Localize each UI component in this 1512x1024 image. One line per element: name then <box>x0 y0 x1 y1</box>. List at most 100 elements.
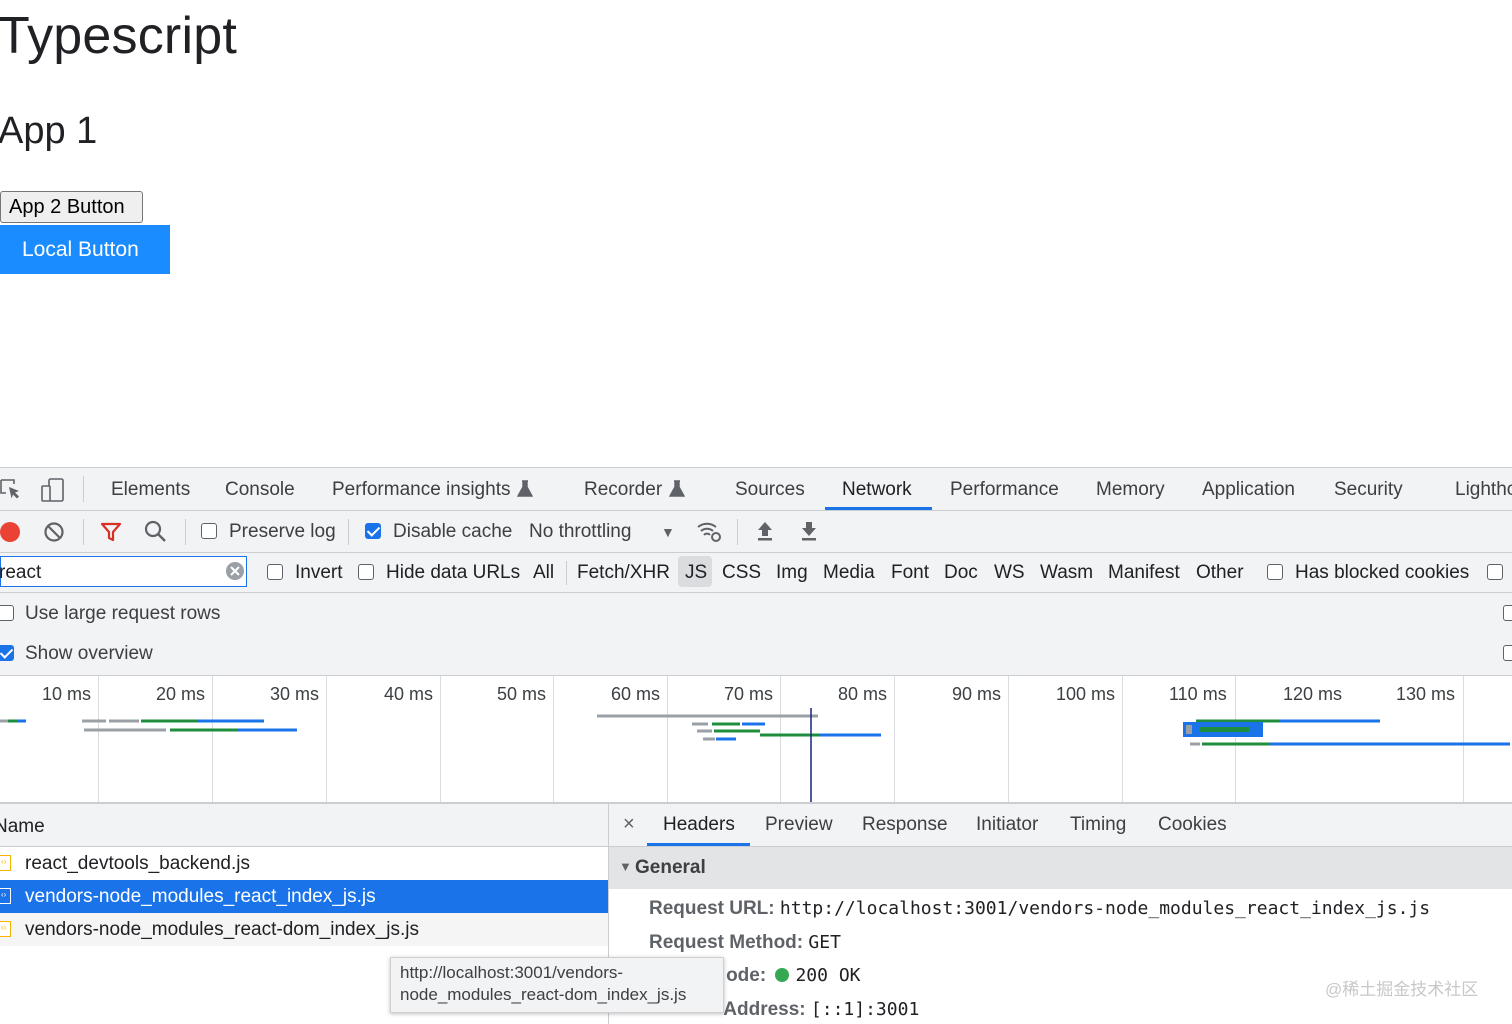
filter-input-box[interactable]: react <box>0 556 247 587</box>
filter-type-doc[interactable]: Doc <box>944 562 978 584</box>
show-overview-checkbox[interactable] <box>0 645 14 661</box>
clear-icon[interactable] <box>43 521 65 549</box>
remote-address-label: Address: <box>723 999 806 1020</box>
js-file-icon <box>0 888 11 904</box>
request-list-header: Name <box>0 804 608 847</box>
tab-lighthouse[interactable]: Lighthc <box>1455 479 1512 501</box>
js-file-icon <box>0 921 11 937</box>
devtools-tabbar: Elements Console Performance insights Re… <box>0 468 1512 511</box>
filter-type-media[interactable]: Media <box>823 562 875 584</box>
request-url-label: Request URL: <box>649 898 775 919</box>
tab-network[interactable]: Network <box>842 479 912 501</box>
show-overview-label: Show overview <box>25 643 153 664</box>
filter-type-css[interactable]: CSS <box>722 562 761 584</box>
import-har-icon[interactable] <box>755 520 775 548</box>
search-icon[interactable] <box>144 520 168 550</box>
url-tooltip: http://localhost:3001/vendors- node_modu… <box>390 957 724 1013</box>
divider <box>83 476 84 502</box>
tab-console[interactable]: Console <box>225 479 295 501</box>
filter-type-wasm[interactable]: Wasm <box>1040 562 1093 584</box>
name-column-header[interactable]: Name <box>0 816 45 838</box>
filter-type-ws[interactable]: WS <box>994 562 1025 584</box>
tab-recorder[interactable]: Recorder <box>584 479 662 501</box>
filter-type-manifest[interactable]: Manifest <box>1108 562 1180 584</box>
blocked-requests-checkbox[interactable] <box>1487 564 1503 580</box>
tab-security[interactable]: Security <box>1334 479 1403 501</box>
disable-cache-label: Disable cache <box>393 521 513 542</box>
active-tab-indicator <box>825 507 932 510</box>
throttling-select[interactable]: No throttling <box>529 521 631 543</box>
filter-type-font[interactable]: Font <box>891 562 929 584</box>
tooltip-line: http://localhost:3001/vendors- <box>400 963 624 982</box>
general-label: General <box>635 857 706 878</box>
tab-performance-insights[interactable]: Performance insights <box>332 479 510 501</box>
filter-bar: react Invert Hide data URLs All Fetch/XH… <box>0 553 1512 593</box>
status-code-label: ode: <box>726 965 767 986</box>
preserve-log-checkbox[interactable] <box>201 523 217 539</box>
hide-data-urls-label: Hide data URLs <box>386 562 521 583</box>
local-button[interactable]: Local Button <box>0 225 170 274</box>
tab-elements[interactable]: Elements <box>111 479 190 501</box>
watermark: @稀土掘金技术社区 <box>1325 980 1479 999</box>
tab-preview[interactable]: Preview <box>765 814 833 836</box>
network-settings: Use large request rows Show overview <box>0 593 1512 676</box>
request-name: vendors-node_modules_react-dom_index_js.… <box>25 919 419 940</box>
app2-button[interactable]: App 2 Button <box>0 191 143 223</box>
tab-headers[interactable]: Headers <box>663 814 735 836</box>
filter-type-js[interactable]: JS <box>685 562 707 584</box>
tab-cookies[interactable]: Cookies <box>1158 814 1227 836</box>
request-name: react_devtools_backend.js <box>25 853 250 874</box>
filter-type-fetch-xhr[interactable]: Fetch/XHR <box>577 562 670 584</box>
filter-type-all[interactable]: All <box>533 562 554 584</box>
filter-icon[interactable] <box>100 521 122 549</box>
device-toolbar-icon[interactable] <box>40 477 66 509</box>
divider <box>185 519 186 545</box>
has-blocked-cookies-checkbox[interactable] <box>1267 564 1283 580</box>
invert-label: Invert <box>295 562 343 583</box>
flask-icon <box>668 480 686 504</box>
app-heading: App 1 <box>0 110 98 152</box>
group-by-frame-checkbox[interactable] <box>1503 605 1512 621</box>
divider <box>737 519 738 545</box>
table-row[interactable]: vendors-node_modules_react_index_js.js <box>0 880 608 913</box>
hide-data-urls-checkbox[interactable] <box>358 564 374 580</box>
general-section-header[interactable]: ▼ General <box>609 847 1512 889</box>
large-rows-label: Use large request rows <box>25 603 221 624</box>
request-method-label: Request Method: <box>649 932 804 953</box>
request-url-value: http://localhost:3001/vendors-node_modul… <box>779 898 1431 919</box>
network-conditions-icon[interactable] <box>696 519 722 549</box>
large-rows-checkbox[interactable] <box>0 605 14 621</box>
tab-sources[interactable]: Sources <box>735 479 805 501</box>
status-code-value: 200 OK <box>795 965 861 986</box>
chevron-down-icon[interactable]: ▼ <box>661 524 675 540</box>
tab-performance[interactable]: Performance <box>950 479 1059 501</box>
remote-address-value: [::1]:3001 <box>810 999 920 1020</box>
export-har-icon[interactable] <box>799 520 819 548</box>
flask-icon <box>516 480 534 504</box>
page-title: Typescript <box>0 7 237 65</box>
invert-checkbox[interactable] <box>267 564 283 580</box>
table-row[interactable]: vendors-node_modules_react-dom_index_js.… <box>0 913 608 946</box>
tab-initiator[interactable]: Initiator <box>976 814 1038 836</box>
filter-type-other[interactable]: Other <box>1196 562 1244 584</box>
tab-timing[interactable]: Timing <box>1070 814 1126 836</box>
capture-screenshots-checkbox[interactable] <box>1503 645 1512 661</box>
tab-memory[interactable]: Memory <box>1096 479 1165 501</box>
clear-filter-icon[interactable] <box>225 561 245 587</box>
record-icon[interactable] <box>0 521 22 549</box>
details-tabbar: × Headers Preview Response Initiator Tim… <box>609 804 1512 847</box>
filter-type-img[interactable]: Img <box>776 562 808 584</box>
table-row[interactable]: react_devtools_backend.js <box>0 847 608 880</box>
tab-application[interactable]: Application <box>1202 479 1295 501</box>
disable-cache-checkbox[interactable] <box>365 523 381 539</box>
inspect-element-icon[interactable] <box>0 479 22 507</box>
request-method-row: Request Method: GET <box>649 932 841 954</box>
close-icon[interactable]: × <box>623 813 635 836</box>
divider <box>83 519 84 545</box>
tooltip-line: node_modules_react-dom_index_js.js <box>400 985 687 1004</box>
preserve-log-label: Preserve log <box>229 521 336 542</box>
tab-response[interactable]: Response <box>862 814 948 836</box>
network-toolbar: Preserve log Disable cache No throttling… <box>0 511 1512 553</box>
network-overview[interactable]: 10 ms 20 ms 30 ms 40 ms 50 ms 60 ms 70 m… <box>0 676 1512 804</box>
filter-input[interactable]: react <box>0 562 41 584</box>
